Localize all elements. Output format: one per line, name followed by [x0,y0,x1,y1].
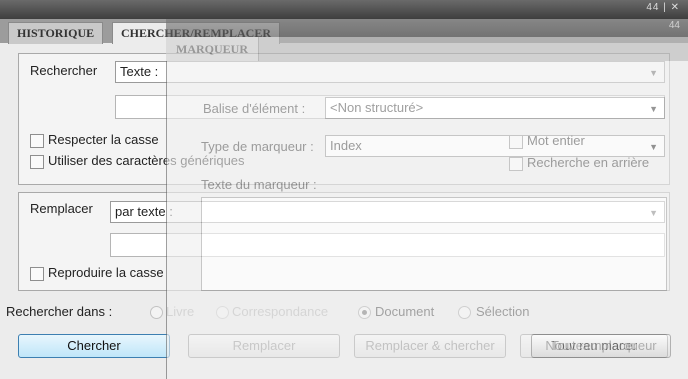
scope-selection-radio[interactable] [458,306,471,319]
panel-titlebar: 44 | ✕ [0,0,688,19]
scope-correspondance-label: Correspondance [232,304,329,319]
tab-chercher-remplacer[interactable]: CHERCHER/REMPLACER [112,22,281,44]
replace-mode-value: par texte : [115,204,173,219]
search-mode-select[interactable]: Texte : ▼ [115,61,665,83]
tab-strip: HISTORIQUE CHERCHER/REMPLACER [0,19,688,44]
wildcards-label: Utiliser des caractères génériques [48,153,245,168]
scope-livre-label: Livre [166,304,195,319]
chevron-down-icon: ▼ [649,208,658,218]
replace-button[interactable]: Remplacer [188,334,340,358]
search-mode-value: Texte : [120,64,159,79]
collapse-close-icon[interactable]: 44 | ✕ [646,2,680,13]
replace-mode-select[interactable]: par texte : ▼ [110,201,665,223]
search-label: Rechercher [30,63,98,78]
preserve-case-label: Reproduire la casse [48,265,164,280]
replace-find-button[interactable]: Remplacer & chercher [354,334,506,358]
wildcards-checkbox[interactable] [30,155,44,169]
chevron-down-icon: ▼ [649,68,658,78]
search-input[interactable] [115,95,665,119]
tab-historique[interactable]: HISTORIQUE [8,22,104,44]
match-case-label: Respecter la casse [48,132,159,147]
replace-label: Remplacer [30,201,93,216]
match-case-checkbox[interactable] [30,134,44,148]
scope-document-radio[interactable] [358,306,371,319]
preserve-case-checkbox[interactable] [30,267,44,281]
scope-correspondance-radio[interactable] [216,306,229,319]
replace-all-button[interactable]: Tout remplacer [520,334,668,358]
scope-selection-label: Sélection [476,304,530,319]
find-button[interactable]: Chercher [18,334,170,358]
scope-label: Rechercher dans : [6,304,113,319]
replace-input[interactable] [110,233,665,257]
scope-livre-radio[interactable] [150,306,163,319]
scope-document-label: Document [375,304,435,319]
